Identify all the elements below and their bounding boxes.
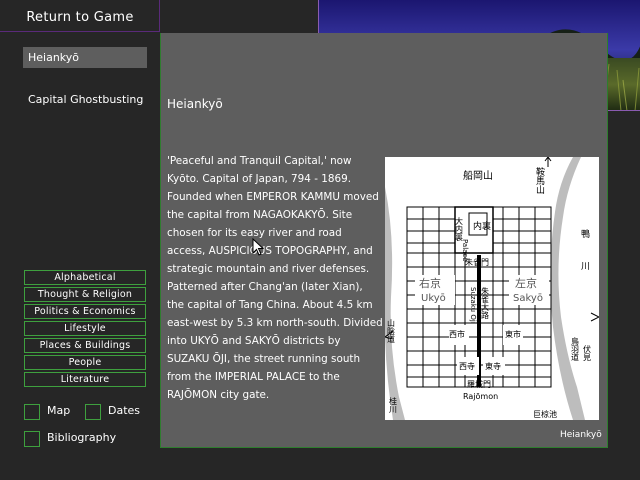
article-body: 'Peaceful and Tranquil Capital,' now Kyō… [167, 152, 383, 404]
capital-ghostbusting-link[interactable]: Capital Ghostbusting [28, 93, 143, 106]
east-market-label: 東市 [505, 329, 521, 339]
map-caption: Heiankyō [560, 430, 602, 440]
category-literature-button[interactable]: Literature [24, 372, 146, 387]
west-market-label: 西市 [449, 329, 465, 339]
category-places-buildings-button[interactable]: Places & Buildings [24, 338, 146, 353]
fushimi-label: 伏見 [583, 344, 592, 362]
category-alphabetical-button[interactable]: Alphabetical [24, 270, 146, 285]
east-temple-label: 東寺 [485, 361, 501, 371]
ukyo-jp-label: 右京 [419, 276, 441, 290]
dates-checkbox-label: Dates [108, 404, 141, 417]
dairi-label: 内裏 [473, 220, 491, 232]
ukyo-en-label: Ukyō [421, 293, 446, 304]
bibliography-checkbox-label: Bibliography [47, 431, 117, 444]
mouse-cursor-icon [252, 237, 265, 260]
rajomon-en-label: Rajōmon [463, 392, 498, 401]
oguraike-label: 巨椋池 [533, 409, 557, 419]
kurama-label: 鞍馬山 [534, 166, 545, 194]
bibliography-checkbox[interactable] [24, 431, 40, 447]
heiankyo-map-drawing: 船岡山 鞍馬山 鴨 川 内裏 大内裏 Palace 朱雀門 右京 Ukyō 左京… [384, 156, 600, 420]
category-lifestyle-button[interactable]: Lifestyle [24, 321, 146, 336]
rajomon-jp-label: 羅城門 [467, 380, 491, 389]
heiankyo-map: 船岡山 鞍馬山 鴨 川 内裏 大内裏 Palace 朱雀門 右京 Ukyō 左京… [384, 156, 600, 420]
suzaku-en-label: Suzaku Ōji [469, 287, 478, 324]
return-to-game-button[interactable]: Return to Game [0, 0, 160, 32]
sanindo-label: 山陰道 [387, 318, 396, 344]
funaokayama-label: 船岡山 [463, 169, 493, 182]
category-thought-religion-button[interactable]: Thought & Religion [24, 287, 146, 302]
map-checkbox[interactable] [24, 404, 40, 420]
article-paragraph: 'Peaceful and Tranquil Capital,' now Kyō… [167, 155, 383, 401]
article-title: Heiankyō [167, 97, 223, 111]
suzakumon-label: 朱雀門 [465, 257, 489, 267]
kawa-label: 川 [581, 262, 590, 272]
sakyo-jp-label: 左京 [515, 276, 537, 290]
katsura-label: 桂川 [389, 396, 398, 413]
west-temple-label: 西寺 [459, 362, 475, 371]
suzaku-ooji-label: 朱雀大路 [481, 286, 490, 319]
sakyo-en-label: Sakyō [513, 293, 543, 304]
category-politics-economics-button[interactable]: Politics & Economics [24, 304, 146, 319]
toba-label: 鳥羽道 [571, 336, 580, 362]
kamo-label: 鴨 [581, 228, 590, 240]
map-checkbox-label: Map [47, 404, 71, 417]
dates-checkbox[interactable] [85, 404, 101, 420]
topic-heiankyo-item[interactable]: Heiankyō [23, 47, 147, 68]
category-people-button[interactable]: People [24, 355, 146, 370]
